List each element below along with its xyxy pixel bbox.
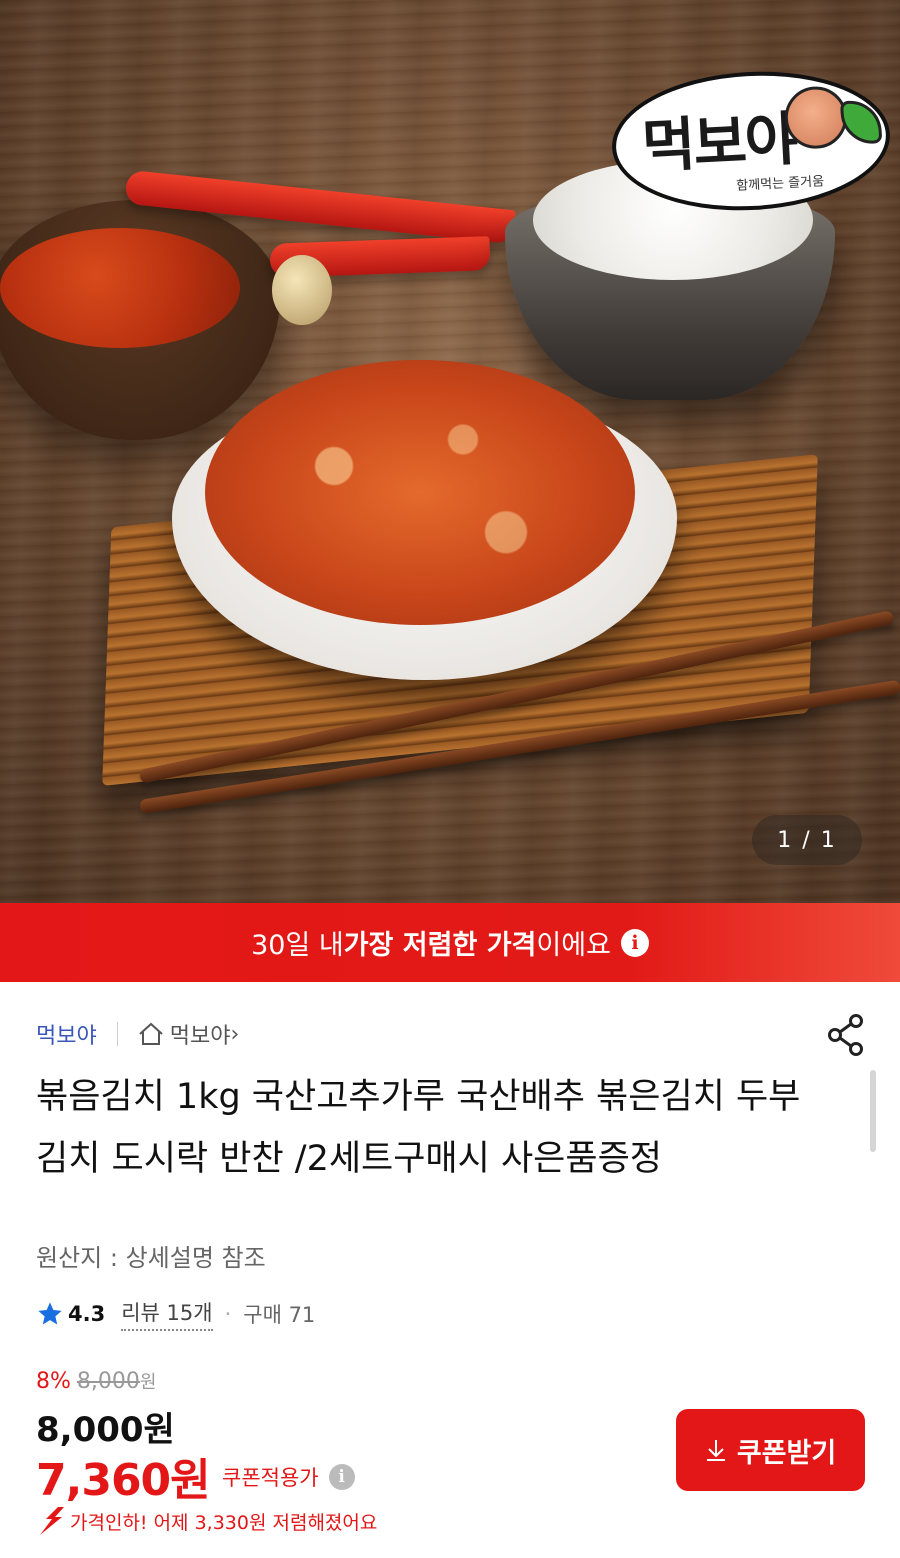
- divider: [116, 1022, 118, 1046]
- image-counter: 1 / 1: [752, 815, 862, 865]
- logo-text: 먹보야: [640, 104, 798, 181]
- stir-fried-kimchi: [205, 360, 635, 625]
- original-price-unit: 원: [139, 1372, 157, 1393]
- original-price: 8,000: [76, 1369, 140, 1394]
- lowest-price-banner[interactable]: 30일 내 가장 저렴한 가격 이에요 i: [0, 903, 900, 982]
- home-icon: [139, 1022, 163, 1045]
- store-link-label: 먹보야: [169, 1024, 231, 1049]
- info-icon[interactable]: i: [620, 928, 649, 957]
- logo-tagline: 함께먹는 즐거움: [735, 174, 825, 194]
- price-drop-text: 가격인하! 어제 3,330원 저렴해졌어요: [70, 1511, 378, 1534]
- pepper-flakes: [0, 228, 240, 348]
- garlic: [272, 255, 332, 325]
- separator: ·: [224, 1302, 232, 1326]
- get-coupon-label: 쿠폰받기: [736, 1437, 837, 1468]
- leaf-icon: [840, 99, 883, 146]
- scrollbar[interactable]: [870, 1070, 876, 1152]
- coupon-label-text: 쿠폰적용가: [222, 1466, 319, 1490]
- review-link[interactable]: 리뷰 15개: [121, 1297, 213, 1331]
- product-title: 볶음김치 1kg 국산고추가루 국산배추 볶은김치 두부김치 도시락 반찬 /2…: [36, 1077, 801, 1179]
- rating-row: 4.3 리뷰 15개 · 구매 71: [36, 1296, 315, 1332]
- banner-prefix: 30일 내: [251, 930, 344, 961]
- get-coupon-button[interactable]: 쿠폰받기: [676, 1409, 865, 1491]
- store-link[interactable]: 먹보야 ›: [138, 1018, 240, 1050]
- seller-row: 먹보야 먹보야 ›: [36, 1014, 239, 1054]
- discount-rate: 8%: [36, 1369, 71, 1394]
- star-icon: [38, 1302, 62, 1325]
- seller-name[interactable]: 먹보야: [36, 1018, 97, 1050]
- download-icon: [706, 1440, 725, 1461]
- info-icon[interactable]: i: [328, 1464, 355, 1490]
- discount-row: 8% 8,000 원: [36, 1368, 156, 1394]
- price-down-arrow-icon: [40, 1507, 64, 1535]
- origin-info: 원산지 : 상세설명 참조: [36, 1244, 266, 1272]
- price-drop-notice: 가격인하! 어제 3,330원 저렴해졌어요: [36, 1505, 377, 1537]
- banner-highlight: 가장 저렴한 가격: [343, 930, 537, 961]
- product-image[interactable]: 먹보야 함께먹는 즐거움 1 / 1: [0, 0, 900, 903]
- chevron-right-icon: ›: [230, 1021, 240, 1047]
- coupon-price: 7,360원: [36, 1455, 211, 1506]
- share-icon[interactable]: [826, 1013, 866, 1057]
- banner-suffix: 이에요: [536, 930, 611, 961]
- purchase-count: 구매 71: [243, 1303, 316, 1327]
- coupon-price-label: 쿠폰적용가 i: [222, 1462, 355, 1492]
- rating-score: 4.3: [68, 1302, 106, 1326]
